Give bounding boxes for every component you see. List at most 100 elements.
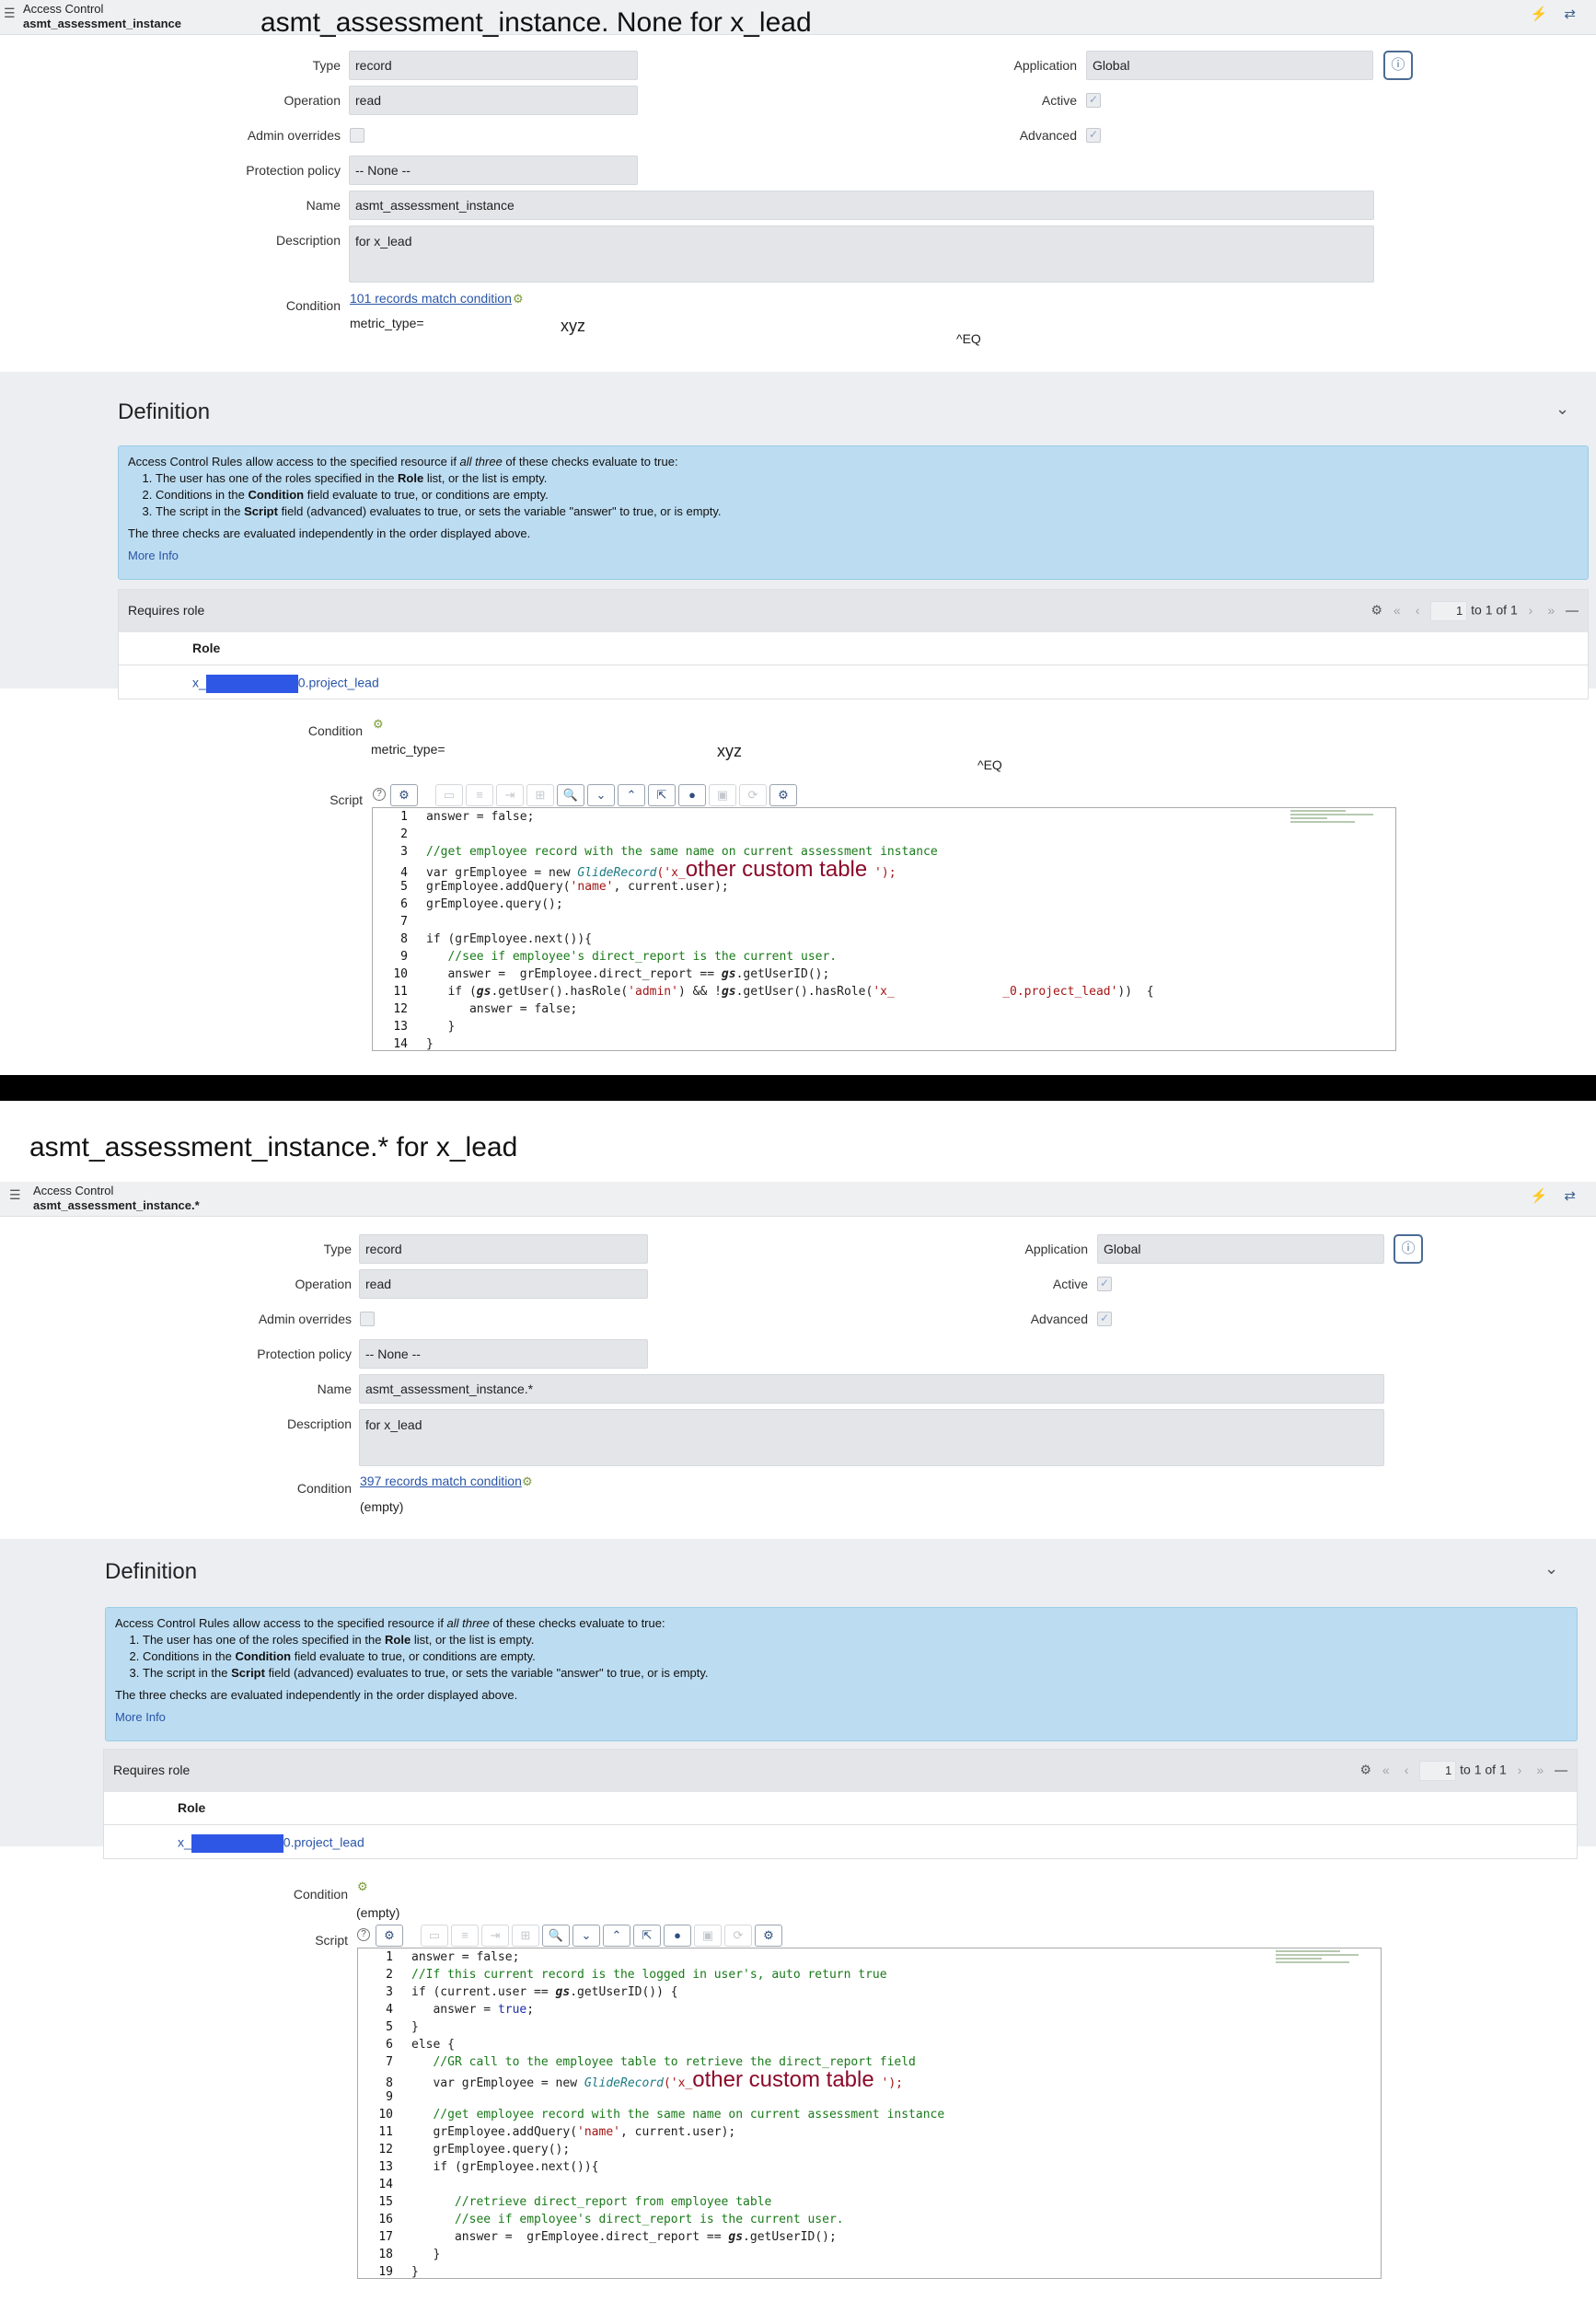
pagination: ⚙ « ‹ 1 to 1 of 1 › » — [1359,1761,1567,1781]
header-title: Access Control [33,1184,114,1197]
role-column-header[interactable]: Role [104,1792,1577,1825]
info-icon[interactable]: ⓘ [1394,1234,1423,1264]
admin-overrides-checkbox[interactable] [360,1312,375,1326]
header-tools-icon[interactable]: ⚡⇄ [1531,6,1592,22]
chevron-down-icon[interactable]: ⌄ [1544,1559,1558,1578]
info-circle-icon[interactable]: ● [664,1925,691,1947]
description-field[interactable]: for x_lead [349,225,1374,283]
table-row[interactable]: x_ 0.project_lead [104,1825,1577,1858]
condition-eq: ^EQ [956,331,981,346]
settings-icon[interactable]: ⚙ [755,1925,782,1947]
collapse-icon[interactable]: — [1566,603,1579,618]
role-prefix[interactable]: x_ [192,676,206,690]
gear-icon[interactable]: ⚙ [1370,603,1382,618]
info-circle-icon[interactable]: ● [678,784,706,806]
role-column-header[interactable]: Role [119,632,1588,665]
last-page-icon[interactable]: » [1547,603,1555,618]
info-icon[interactable]: ⓘ [1383,51,1413,80]
page-input[interactable]: 1 [1419,1761,1457,1781]
description-field[interactable]: for x_lead [359,1409,1384,1466]
definition-infobox: Access Control Rules allow access to the… [118,445,1589,580]
hamburger-icon[interactable]: ☰ [9,1187,21,1203]
application-field[interactable]: Global [1097,1234,1384,1264]
admin-overrides-checkbox[interactable] [350,128,364,143]
advanced-checkbox[interactable] [1097,1312,1112,1326]
intro-a: Access Control Rules allow access to the… [128,455,460,468]
active-checkbox[interactable] [1086,93,1101,108]
operation-field[interactable]: read [359,1269,648,1299]
next-page-icon[interactable]: › [1518,1763,1522,1777]
prev-page-icon[interactable]: ‹ [1416,603,1420,618]
first-page-icon[interactable]: « [1394,603,1401,618]
code-line: 3 if (current.user == gs.getUserID()) { [386,1985,678,1999]
prev-page-icon[interactable]: ‹ [1405,1763,1409,1777]
admin-overrides-label: Admin overrides [258,1312,352,1326]
definition-section: Definition ⌄ Access Control Rules allow … [0,372,1596,700]
search-icon[interactable]: 🔍 [557,784,584,806]
gear-icon[interactable]: ⚙ [1359,1763,1371,1777]
check-item: The user has one of the roles specified … [156,470,1579,487]
role-suffix[interactable]: 0.project_lead [298,676,379,690]
code-line: 5 grEmployee.addQuery('name', current.use… [400,880,729,894]
header-tools-icon[interactable]: ⚡⇄ [1531,1187,1592,1204]
collapse-icon[interactable]: — [1555,1763,1567,1777]
name-field[interactable]: asmt_assessment_instance [349,191,1374,220]
more-info-link[interactable]: More Info [115,1709,1567,1726]
condition2-text: metric_type= [371,742,445,757]
code-line: 13 if (grEmployee.next()){ [378,2160,599,2174]
application-field[interactable]: Global [1086,51,1373,80]
protection-policy-select[interactable]: -- None -- [359,1339,648,1369]
code-line: 10 answer = grEmployee.direct_report == … [393,967,830,981]
first-page-icon[interactable]: « [1382,1763,1390,1777]
condition2-gear-icon[interactable]: ⚙ [357,1879,368,1894]
expand-down-icon[interactable]: ⌄ [587,784,615,806]
type-field[interactable]: record [349,51,638,80]
protection-policy-select[interactable]: -- None -- [349,156,638,185]
table-row[interactable]: x_ 0.project_lead [119,665,1588,699]
hamburger-icon[interactable]: ☰ [4,6,16,21]
description-label: Description [286,1416,352,1431]
script-debug-icon[interactable]: ⚙ [390,784,418,806]
expand-down-icon[interactable]: ⌄ [572,1925,600,1947]
operation-field[interactable]: read [349,86,638,115]
expand-up-icon[interactable]: ⌃ [618,784,645,806]
check-item: Conditions in the Condition field evalua… [143,1648,1567,1665]
script-debug-icon[interactable]: ⚙ [376,1925,403,1947]
replace-icon: ⊞ [526,784,554,806]
chevron-down-icon[interactable]: ⌄ [1556,399,1569,419]
fullscreen-icon[interactable]: ⇱ [648,784,676,806]
search-icon[interactable]: 🔍 [542,1925,570,1947]
code-line: 12 grEmployee.query(); [378,2143,571,2156]
next-page-icon[interactable]: › [1529,603,1533,618]
code-line: 16 //see if employee's direct_report is … [378,2213,844,2226]
settings-icon[interactable]: ⚙ [769,784,797,806]
last-page-icon[interactable]: » [1536,1763,1544,1777]
header-title: Access Control [23,2,104,16]
script-editor[interactable]: 1 answer = false; 2//If this current reco… [357,1948,1382,2279]
condition2-gear-icon[interactable]: ⚙ [373,717,384,732]
page-count: to 1 of 1 [1471,602,1518,618]
condition-records-link[interactable]: 397 records match condition [360,1474,522,1488]
type-field[interactable]: record [359,1234,648,1264]
check-list: The user has one of the roles specified … [128,470,1579,520]
code-line: 13 } [393,1020,456,1034]
code-line: 2//If this current record is the logged … [386,1968,887,1982]
condition-label: Condition [296,1481,352,1496]
condition-records-link[interactable]: 101 records match condition [350,291,512,306]
fullscreen-icon[interactable]: ⇱ [633,1925,661,1947]
condition-gear-icon[interactable]: ⚙ [522,1474,533,1489]
more-info-link[interactable]: More Info [128,548,1579,564]
code-line: 2 [400,827,408,841]
condition-gear-icon[interactable]: ⚙ [513,292,524,306]
condition-text: metric_type= [350,316,424,330]
page-input[interactable]: 1 [1430,601,1468,621]
help-icon[interactable]: ? [373,788,386,801]
expand-up-icon[interactable]: ⌃ [603,1925,630,1947]
advanced-checkbox[interactable] [1086,128,1101,143]
script-editor[interactable]: 1 answer = false; 2 3//get employee recor… [372,807,1396,1051]
name-field[interactable]: asmt_assessment_instance.* [359,1374,1384,1404]
active-checkbox[interactable] [1097,1277,1112,1291]
help-icon[interactable]: ? [357,1928,370,1941]
definition-title: Definition [118,399,211,424]
code-line: 3//get employee record with the same nam… [400,845,938,859]
